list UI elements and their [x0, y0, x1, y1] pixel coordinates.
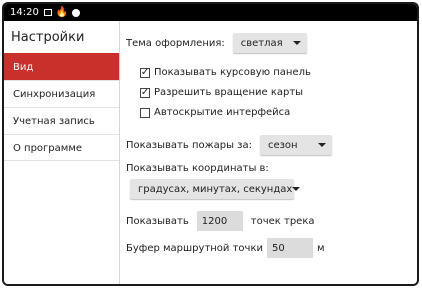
- checkbox-label: Разрешить вращение карты: [154, 87, 304, 98]
- buffer-value: 50: [272, 242, 285, 254]
- track-prefix: Показывать: [126, 215, 189, 227]
- status-time: 14:20: [10, 7, 39, 18]
- fires-dropdown[interactable]: сезон: [259, 135, 332, 155]
- checkbox-row-course-panel[interactable]: ✓ Показывать курсовую панель: [140, 67, 311, 78]
- device-frame: 14:20 🔥 Настройки Вид Синхронизация Учет…: [2, 2, 419, 286]
- theme-dropdown[interactable]: светлая: [232, 33, 307, 53]
- status-bar: 14:20 🔥: [4, 4, 417, 21]
- fires-value: сезон: [267, 139, 298, 151]
- track-row: Показывать 1200 точек трека: [126, 211, 314, 231]
- coords-label: Показывать координаты в:: [126, 163, 269, 174]
- checkbox-map-rotation[interactable]: ✓: [140, 87, 150, 98]
- settings-content: Тема оформления: светлая ✓ Показывать ку…: [120, 21, 417, 284]
- circle-icon: [71, 8, 81, 18]
- fires-label: Показывать пожары за:: [126, 139, 252, 151]
- buffer-label: Буфер маршрутной точки: [126, 242, 263, 254]
- theme-value: светлая: [240, 37, 283, 49]
- coords-row: градусах, минутах, секундах: [130, 179, 301, 199]
- sidebar-item-about[interactable]: О программе: [4, 134, 119, 161]
- checkbox-label: Автоскрытие интерфейса: [154, 107, 291, 118]
- theme-row: Тема оформления: светлая: [126, 33, 307, 53]
- sidebar-item-view[interactable]: Вид: [4, 53, 119, 80]
- track-points-value: 1200: [201, 215, 228, 227]
- settings-sidebar: Настройки Вид Синхронизация Учетная запи…: [4, 21, 120, 284]
- checkbox-label: Показывать курсовую панель: [154, 67, 311, 78]
- chevron-down-icon: [292, 41, 301, 45]
- chevron-down-icon: [317, 143, 326, 147]
- sidebar-title: Настройки: [11, 30, 85, 45]
- fires-row: Показывать пожары за: сезон: [126, 135, 332, 155]
- buffer-unit: м: [317, 242, 325, 254]
- coords-value: градусах, минутах, секундах: [138, 183, 293, 195]
- track-points-input[interactable]: 1200: [196, 211, 243, 231]
- fire-icon: 🔥: [55, 6, 69, 18]
- checkbox-row-map-rotation[interactable]: ✓ Разрешить вращение карты: [140, 87, 303, 98]
- image-icon: [43, 8, 53, 18]
- checkbox-course-panel[interactable]: ✓: [140, 67, 150, 78]
- chevron-down-icon: [292, 187, 301, 191]
- coords-label-row: Показывать координаты в:: [126, 163, 269, 174]
- buffer-input[interactable]: 50: [267, 238, 313, 258]
- buffer-row: Буфер маршрутной точки 50 м: [126, 238, 325, 258]
- checkbox-row-autohide[interactable]: Автоскрытие интерфейса: [140, 107, 290, 118]
- sidebar-item-sync[interactable]: Синхронизация: [4, 80, 119, 107]
- checkbox-autohide[interactable]: [140, 107, 150, 118]
- coords-dropdown[interactable]: градусах, минутах, секундах: [130, 179, 301, 199]
- theme-label: Тема оформления:: [126, 37, 225, 49]
- sidebar-item-account[interactable]: Учетная запись: [4, 107, 119, 134]
- track-suffix: точек трека: [250, 215, 315, 227]
